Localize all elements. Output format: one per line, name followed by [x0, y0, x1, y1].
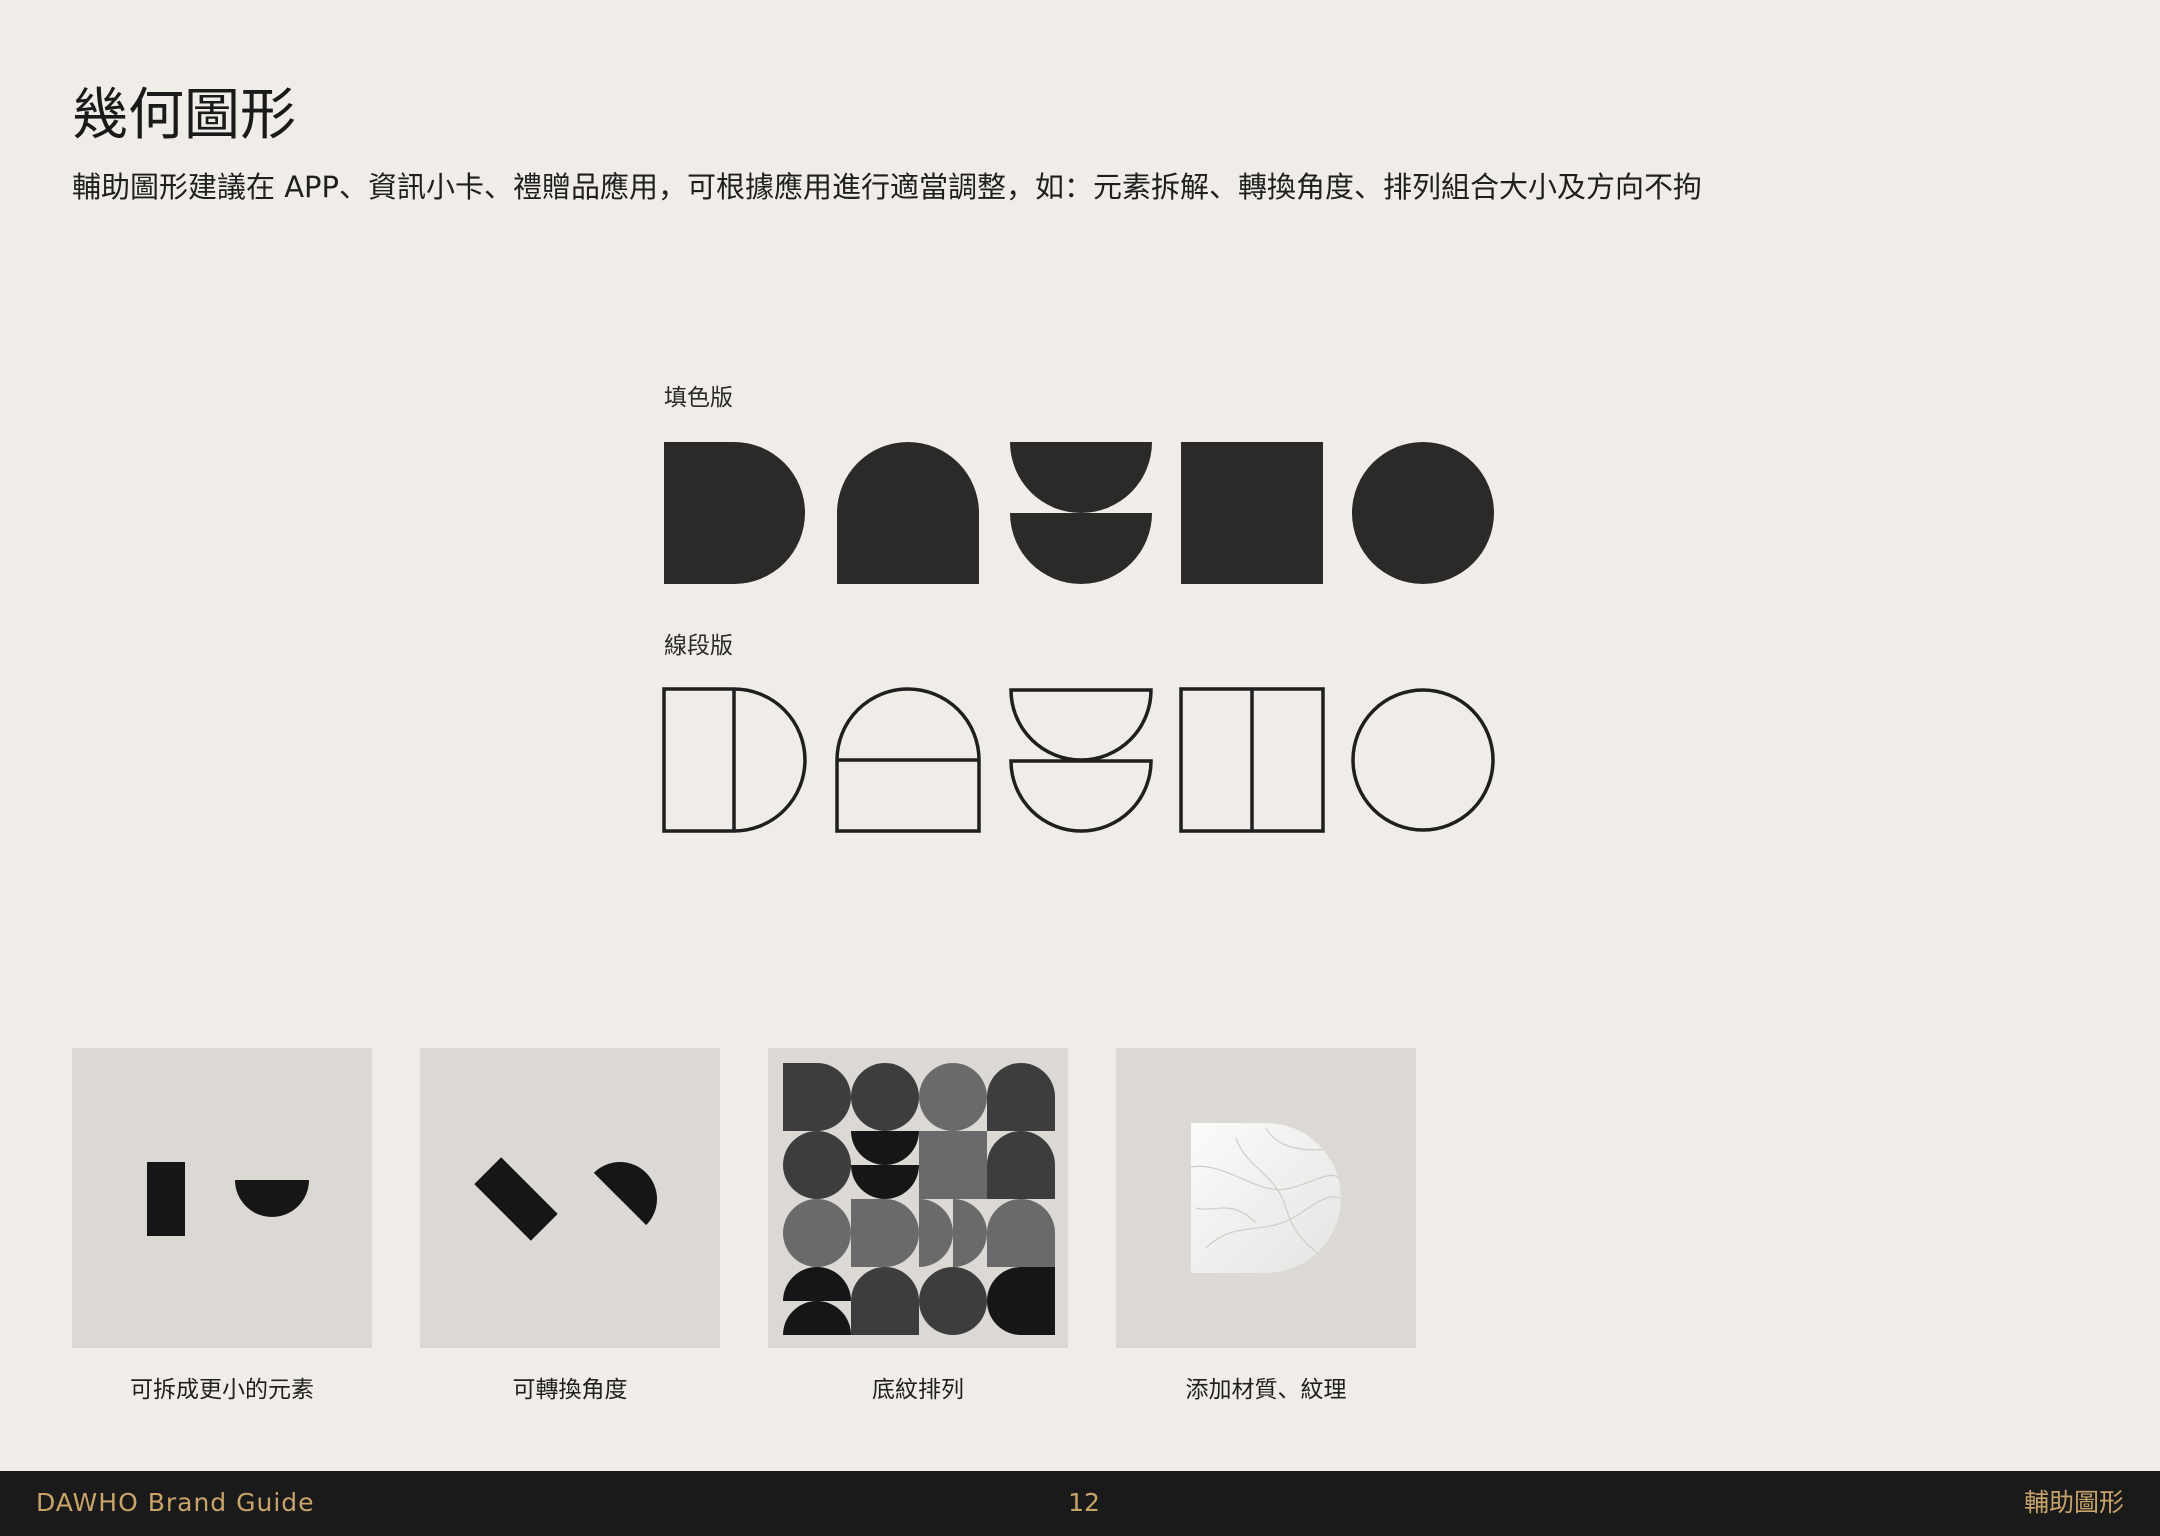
- line-version-label: 線段版: [664, 633, 733, 659]
- half-disc-element: [235, 1180, 309, 1217]
- fill-glyph-w-top: [1010, 442, 1152, 513]
- card-pattern: 底紋排列: [768, 1048, 1068, 1406]
- fill-glyph-h: [1181, 442, 1323, 584]
- card-rotate-image: [420, 1048, 720, 1348]
- card-pattern-caption: 底紋排列: [872, 1377, 964, 1403]
- line-glyph-w: [1009, 688, 1153, 833]
- card-texture-image: [1116, 1048, 1416, 1348]
- line-glyph-d: [662, 687, 807, 833]
- card-rotate-caption: 可轉換角度: [512, 1377, 628, 1403]
- rotated-half-disc-element: [593, 1162, 657, 1226]
- card-texture-caption: 添加材質、紋理: [1185, 1377, 1347, 1403]
- page-subtitle: 輔助圖形建議在 APP、資訊小卡、禮贈品應用，可根據應用進行適當調整，如：元素拆…: [72, 170, 1703, 204]
- fill-version-label: 填色版: [664, 385, 733, 411]
- footer-page-number: 12: [1068, 1488, 1100, 1517]
- fill-glyph-d: [664, 442, 805, 584]
- bar-element: [147, 1162, 185, 1236]
- card-decompose: 可拆成更小的元素: [72, 1048, 372, 1406]
- footer-section: 輔助圖形: [2023, 1488, 2124, 1517]
- card-decompose-image: [72, 1048, 372, 1348]
- footer-bar: DAWHO Brand Guide 12 輔助圖形: [0, 1471, 2160, 1536]
- card-decompose-caption: 可拆成更小的元素: [130, 1377, 314, 1403]
- line-glyph-o: [1351, 688, 1495, 832]
- card-rotate: 可轉換角度: [420, 1048, 720, 1406]
- card-texture: 添加材質、紋理: [1116, 1048, 1416, 1406]
- card-pattern-image: [768, 1048, 1068, 1348]
- rotated-bar-element: [474, 1157, 558, 1241]
- line-glyph-row: [662, 687, 1495, 833]
- fill-glyph-row: [664, 442, 1494, 584]
- fill-glyph-a: [837, 442, 979, 584]
- line-glyph-a: [835, 687, 981, 833]
- fill-glyph-w-bottom: [1010, 513, 1152, 584]
- page-title: 幾何圖形: [72, 83, 296, 148]
- line-glyph-h: [1179, 687, 1325, 833]
- marble-d-shape: [1191, 1123, 1341, 1273]
- fill-glyph-o: [1352, 442, 1494, 584]
